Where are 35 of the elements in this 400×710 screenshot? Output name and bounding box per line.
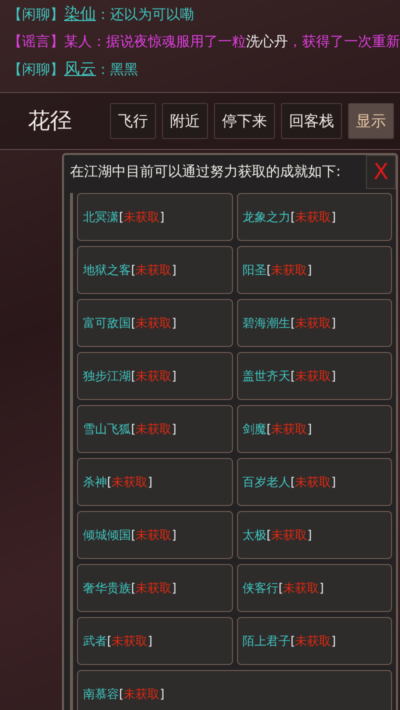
achievement-label: 盖世齐天[未获取]: [242, 368, 336, 384]
chat-message: ：还以为可以嘞: [96, 6, 194, 24]
achievement-label: 独步江湖[未获取]: [83, 368, 176, 384]
achievement-label: 碧海潮生[未获取]: [242, 314, 336, 332]
achievement-label: 龙象之力[未获取]: [242, 208, 336, 226]
achievement-label: 侠客行[未获取]: [242, 580, 324, 596]
achievement-label: 陌上君子[未获取]: [242, 632, 336, 650]
channel-tag: 【闲聊】: [8, 61, 64, 79]
action-button[interactable]: 附近: [162, 103, 208, 139]
channel-tag: 【闲聊】: [8, 6, 64, 24]
achievement-label: 阳圣[未获取]: [242, 262, 312, 278]
achievement-label: 倾城倾国[未获取]: [83, 526, 176, 544]
speaker-name[interactable]: 风云: [64, 59, 96, 80]
achievement-label: 太极[未获取]: [242, 526, 312, 544]
achievement-label: 杀神[未获取]: [83, 474, 152, 490]
achievement-label: 剑魔[未获取]: [242, 420, 312, 438]
achievement-label: 百岁老人[未获取]: [242, 474, 336, 490]
achievement-label: 奢华贵族[未获取]: [83, 580, 176, 596]
achievement-label: 富可敌国[未获取]: [83, 314, 176, 332]
location-name: 花径: [28, 108, 73, 136]
action-button[interactable]: 显示: [348, 103, 394, 139]
dialog-title: 在江湖中目前可以通过努力获取的成就如下:: [70, 163, 342, 181]
achievement-label: 北冥潇[未获取]: [83, 208, 164, 226]
achievement-label: 地狱之客[未获取]: [83, 262, 176, 278]
achievement-label: 武者[未获取]: [83, 632, 152, 650]
action-button[interactable]: 停下来: [214, 103, 275, 139]
speaker-name: 某人: [64, 33, 92, 51]
action-button[interactable]: 回客栈: [281, 103, 342, 139]
chat-message: ：黑黑: [96, 61, 138, 79]
action-button[interactable]: 飞行: [110, 103, 156, 139]
achievement-label: 南慕容[未获取]: [83, 686, 164, 702]
achievement-label: 雪山飞狐[未获取]: [83, 420, 176, 438]
chat-message: ：据说夜惊魂服用了一粒洗心丹，获得了一次重新: [92, 33, 400, 51]
channel-tag: 【谣言】: [8, 33, 64, 51]
speaker-name[interactable]: 染仙: [64, 4, 96, 25]
